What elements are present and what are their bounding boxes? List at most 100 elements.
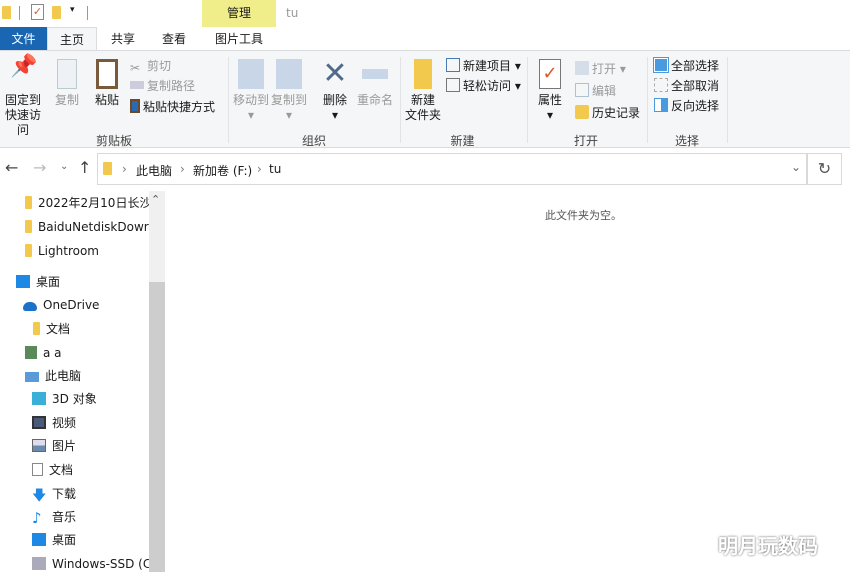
nav-item[interactable]: Lightroom (25, 240, 99, 262)
nav-item[interactable]: ♪ 音乐 (32, 506, 76, 528)
breadcrumb-separator[interactable]: › (180, 162, 185, 176)
nav-item-this-pc[interactable]: 此电脑 (25, 365, 81, 387)
group-label-organize: 组织 (301, 134, 326, 148)
nav-item-onedrive[interactable]: OneDrive (23, 294, 99, 316)
back-arrow-icon[interactable]: ← (5, 158, 18, 177)
group-label-open: 打开 (573, 134, 598, 148)
invert-selection-button[interactable]: 反向选择 (654, 96, 719, 116)
nav-item[interactable]: 3D 对象 (32, 388, 97, 410)
up-arrow-icon[interactable]: ↑ (78, 158, 91, 177)
cloud-icon (23, 302, 37, 311)
properties-check-icon: ✓ (539, 59, 561, 89)
forward-arrow-icon[interactable]: → (33, 158, 46, 177)
new-folder-button[interactable]: 新建 文件夹 (403, 59, 443, 123)
easy-access-button[interactable]: 轻松访问 ▾ (446, 76, 521, 96)
pin-icon: 📌 (10, 54, 38, 79)
folder-icon (25, 244, 32, 257)
copy-to-icon (276, 59, 302, 89)
divider (727, 57, 728, 143)
scrollbar-thumb[interactable] (149, 282, 165, 572)
folder-icon (2, 6, 11, 19)
tab-file[interactable]: 文件 (0, 27, 47, 51)
nav-item-desktop[interactable]: 桌面 (16, 271, 60, 293)
nav-item[interactable]: 文档 (33, 318, 70, 340)
cut-button[interactable]: ✂ 剪切 (130, 56, 171, 76)
pin-quick-access-button[interactable]: 📌 固定到 快速访问 (0, 54, 46, 138)
rename-button[interactable]: 重命名 (355, 59, 395, 108)
breadcrumb-drive[interactable]: 新加卷 (F:) (193, 162, 252, 179)
copy-path-icon (130, 81, 144, 89)
tab-home[interactable]: 主页 (47, 27, 97, 51)
edit-icon (575, 83, 589, 97)
breadcrumb-separator[interactable]: › (122, 162, 127, 176)
easy-access-icon (446, 78, 460, 92)
select-all-icon (653, 57, 669, 73)
rename-icon (362, 69, 388, 79)
nav-item-user[interactable]: a a (25, 342, 62, 364)
computer-icon (25, 372, 39, 382)
3d-objects-icon (32, 392, 46, 405)
tab-view[interactable]: 查看 (150, 27, 198, 51)
clipboard-icon (96, 59, 118, 89)
group-label-new: 新建 (450, 134, 475, 148)
move-to-button[interactable]: 移动到 ▾ (232, 59, 270, 123)
tab-share[interactable]: 共享 (100, 27, 146, 51)
select-all-button[interactable]: 全部选择 (653, 56, 719, 76)
desktop-icon (16, 275, 30, 288)
nav-item[interactable]: 文档 (32, 459, 73, 481)
copy-path-button[interactable]: 复制路径 (130, 76, 195, 96)
nav-item[interactable]: 🡇 下载 (32, 483, 76, 505)
new-folder-quick-icon[interactable] (52, 6, 61, 19)
history-button[interactable]: 历史记录 (575, 103, 640, 123)
select-none-button[interactable]: 全部取消 (654, 76, 719, 96)
scroll-up-icon[interactable]: ⌃ (151, 193, 160, 206)
folder-icon (25, 196, 32, 209)
copy-button[interactable]: 复制 (52, 59, 82, 108)
pictures-icon (32, 439, 46, 452)
folder-icon (33, 322, 40, 335)
document-icon (32, 463, 43, 476)
drive-icon (32, 557, 46, 570)
properties-quick-icon[interactable]: ✓ (31, 4, 44, 20)
ribbon: 📌 固定到 快速访问 复制 粘贴 ✂ 剪切 复制路径 粘贴快捷方式 剪贴板 移动到 ▾… (0, 50, 850, 148)
paste-shortcut-button[interactable]: 粘贴快捷方式 (130, 97, 215, 117)
recent-locations-chevron-icon[interactable]: ⌄ (60, 161, 68, 172)
address-dropdown-chevron-icon[interactable]: ⌄ (791, 160, 801, 174)
breadcrumb-this-pc[interactable]: 此电脑 (136, 162, 172, 179)
divider (527, 57, 528, 143)
group-label-clipboard: 剪贴板 (95, 134, 132, 148)
nav-item[interactable]: 桌面 (32, 529, 76, 551)
folder-icon (25, 220, 32, 233)
paste-button[interactable]: 粘贴 (92, 59, 122, 108)
tab-picture-tools[interactable]: 图片工具 (202, 27, 276, 51)
nav-item[interactable]: 视频 (32, 412, 76, 434)
empty-folder-message: 此文件夹为空。 (545, 209, 622, 222)
divider (228, 57, 229, 143)
edit-button[interactable]: 编辑 (575, 81, 616, 101)
nav-item[interactable]: BaiduNetdiskDowr (25, 216, 149, 238)
copy-to-button[interactable]: 复制到 ▾ (270, 59, 308, 123)
divider (647, 57, 648, 143)
customize-dropdown-icon[interactable]: ▾ (70, 5, 75, 15)
properties-button[interactable]: ✓ 属性 ▾ (534, 59, 566, 123)
address-bar[interactable]: › 此电脑 › 新加卷 (F:) › tu ⌄ (97, 153, 807, 185)
breadcrumb-tu[interactable]: tu (269, 162, 281, 176)
group-label-select: 选择 (674, 134, 699, 148)
folder-icon (103, 162, 112, 175)
invert-selection-icon (654, 98, 668, 112)
new-item-button[interactable]: 新建项目 ▾ (446, 56, 521, 76)
divider (400, 57, 401, 143)
open-icon (575, 61, 589, 75)
context-tab-manage[interactable]: 管理 (202, 0, 276, 27)
nav-item[interactable]: 图片 (32, 435, 76, 457)
new-item-icon (446, 58, 460, 72)
breadcrumb-separator[interactable]: › (257, 162, 262, 176)
open-button[interactable]: 打开 ▾ (575, 59, 626, 79)
refresh-button[interactable]: ↻ (807, 153, 842, 185)
copy-icon (57, 59, 77, 89)
divider (19, 6, 20, 20)
video-icon (32, 416, 46, 429)
nav-item[interactable]: 2022年2月10日长沙 (25, 192, 151, 214)
delete-button[interactable]: ✕ 删除 ▾ (318, 59, 352, 123)
divider (87, 6, 88, 20)
